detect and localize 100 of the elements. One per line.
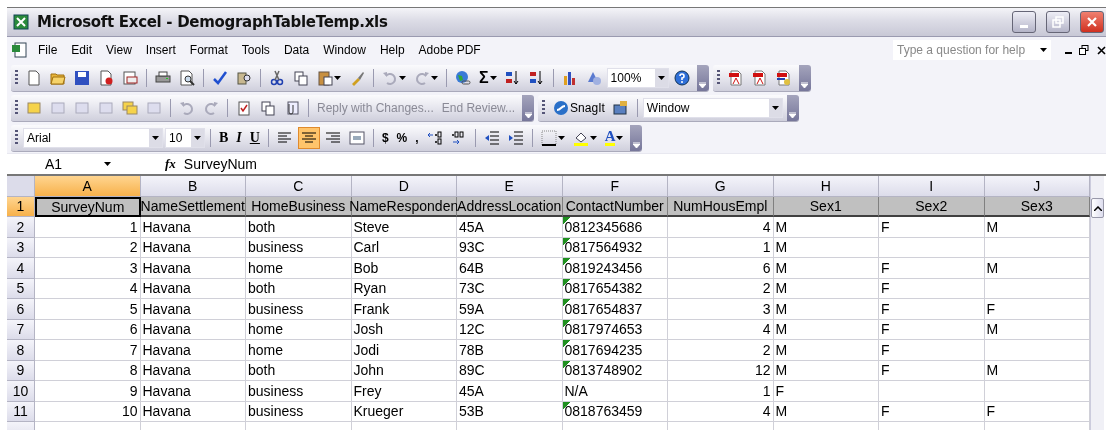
snagit-button[interactable]: SnagIt — [550, 96, 608, 119]
underline-button[interactable]: U — [246, 126, 263, 149]
column-header[interactable]: D — [351, 176, 457, 197]
table-cell: business — [246, 237, 352, 258]
menu-item[interactable]: Insert — [138, 41, 183, 59]
table-cell: 78B — [457, 340, 563, 361]
column-header[interactable]: B — [140, 176, 246, 197]
menu-item[interactable]: View — [99, 41, 139, 59]
table-cell: F — [879, 258, 985, 279]
menu-item[interactable]: Data — [276, 41, 317, 59]
table-cell: home — [246, 340, 352, 361]
row-header[interactable]: 9 — [7, 360, 35, 381]
row-header[interactable]: 1 — [7, 196, 35, 217]
toolbar-options-button[interactable] — [786, 94, 799, 121]
menu-item[interactable]: Adobe PDF — [411, 41, 488, 59]
workbook-restore-icon[interactable] — [1079, 45, 1089, 55]
paste-icon — [317, 69, 333, 86]
font-dropdown[interactable]: Arial — [23, 127, 163, 148]
table-cell: F — [879, 217, 985, 238]
column-title: AddressLocation — [457, 196, 563, 217]
row-header[interactable]: 4 — [7, 258, 35, 279]
table-cell: 53B — [457, 401, 563, 422]
table-cell: business — [246, 401, 352, 422]
column-header[interactable]: F — [562, 176, 668, 197]
font-size-dropdown[interactable]: 10 — [165, 127, 205, 148]
table-cell: 5 — [35, 299, 141, 320]
menu-item[interactable]: Window — [316, 41, 373, 59]
font-color-button[interactable]: A — [601, 126, 627, 149]
workbook-icon[interactable] — [11, 42, 27, 58]
currency-button[interactable]: $ — [378, 126, 392, 149]
caret-icon — [431, 75, 438, 80]
column-header[interactable]: H — [773, 176, 879, 197]
close-button[interactable] — [1080, 11, 1104, 33]
column-header[interactable]: A — [35, 176, 141, 197]
caret-icon — [1040, 48, 1047, 52]
row-header[interactable]: 5 — [7, 278, 35, 299]
toolbar-options-button[interactable] — [696, 64, 709, 91]
table-cell: F — [984, 401, 1090, 422]
table-cell: F — [879, 319, 985, 340]
align-center-icon[interactable] — [297, 126, 320, 149]
column-header[interactable]: J — [984, 176, 1090, 197]
table-cell: 1 — [35, 217, 141, 238]
zoom-dropdown[interactable]: 100% — [606, 67, 669, 88]
formula-field[interactable]: SurveyNum — [175, 155, 1106, 173]
table-cell: 93C — [457, 237, 563, 258]
table-cell: 4 — [668, 217, 774, 238]
table-cell: 59A — [457, 299, 563, 320]
table-cell: Havana — [140, 401, 246, 422]
restore-icon — [1052, 16, 1064, 28]
help-search-field[interactable]: Type a question for help — [893, 40, 1051, 60]
row-header[interactable]: 10 — [7, 381, 35, 402]
table-cell: Havana — [140, 381, 246, 402]
table-cell: M — [984, 258, 1090, 279]
table-cell: 2 — [35, 237, 141, 258]
table-cell: business — [246, 381, 352, 402]
table-cell: 3 — [35, 258, 141, 279]
scrollbar[interactable] — [1090, 176, 1104, 430]
comma-button[interactable]: , — [412, 126, 422, 149]
table-cell: 0818763459 — [562, 401, 668, 422]
minimize-button[interactable] — [1012, 11, 1036, 33]
table-cell: 89C — [457, 360, 563, 381]
italic-button[interactable]: I — [233, 126, 245, 149]
autosum-button[interactable]: Σ — [476, 66, 500, 89]
row-header[interactable]: 8 — [7, 340, 35, 361]
column-header[interactable]: G — [668, 176, 774, 197]
table-cell: M — [773, 401, 879, 422]
table-cell: M — [984, 217, 1090, 238]
row-header[interactable]: 2 — [7, 217, 35, 238]
function-label[interactable]: fx — [165, 156, 176, 172]
table-cell: 4 — [35, 278, 141, 299]
undo-icon — [382, 69, 398, 86]
menu-item[interactable]: Format — [182, 41, 235, 59]
menu-item[interactable]: File — [31, 41, 65, 59]
name-box[interactable]: A1 — [7, 155, 125, 173]
percent-button[interactable]: % — [393, 126, 411, 149]
table-cell: Havana — [140, 360, 246, 381]
menu-item[interactable]: Help — [372, 41, 412, 59]
menu-item[interactable]: Edit — [64, 41, 100, 59]
table-cell: 6 — [668, 258, 774, 279]
column-header[interactable]: C — [246, 176, 352, 197]
row-header[interactable]: 6 — [7, 299, 35, 320]
column-header[interactable]: E — [457, 176, 563, 197]
bold-button[interactable]: B — [216, 126, 232, 149]
table-cell: Bob — [351, 258, 457, 279]
toolbar-options-button[interactable] — [798, 64, 811, 91]
table-cell: 0817974653 — [562, 319, 668, 340]
restore-button[interactable] — [1046, 11, 1070, 33]
toolbar-options-button[interactable] — [522, 94, 535, 121]
row-header[interactable]: 11 — [7, 401, 35, 422]
menu-item[interactable]: Tools — [234, 41, 277, 59]
caret-icon — [104, 162, 111, 166]
row-header[interactable]: 7 — [7, 319, 35, 340]
table-cell: 4 — [668, 401, 774, 422]
scroll-up-button[interactable] — [1091, 198, 1104, 218]
toolbar-options-button[interactable] — [630, 124, 643, 151]
row-header[interactable]: 3 — [7, 237, 35, 258]
table-cell: Havana — [140, 319, 246, 340]
workbook-close-icon[interactable] — [1097, 45, 1106, 55]
capture-mode-dropdown[interactable]: Window — [642, 97, 783, 118]
column-header[interactable]: I — [879, 176, 985, 197]
